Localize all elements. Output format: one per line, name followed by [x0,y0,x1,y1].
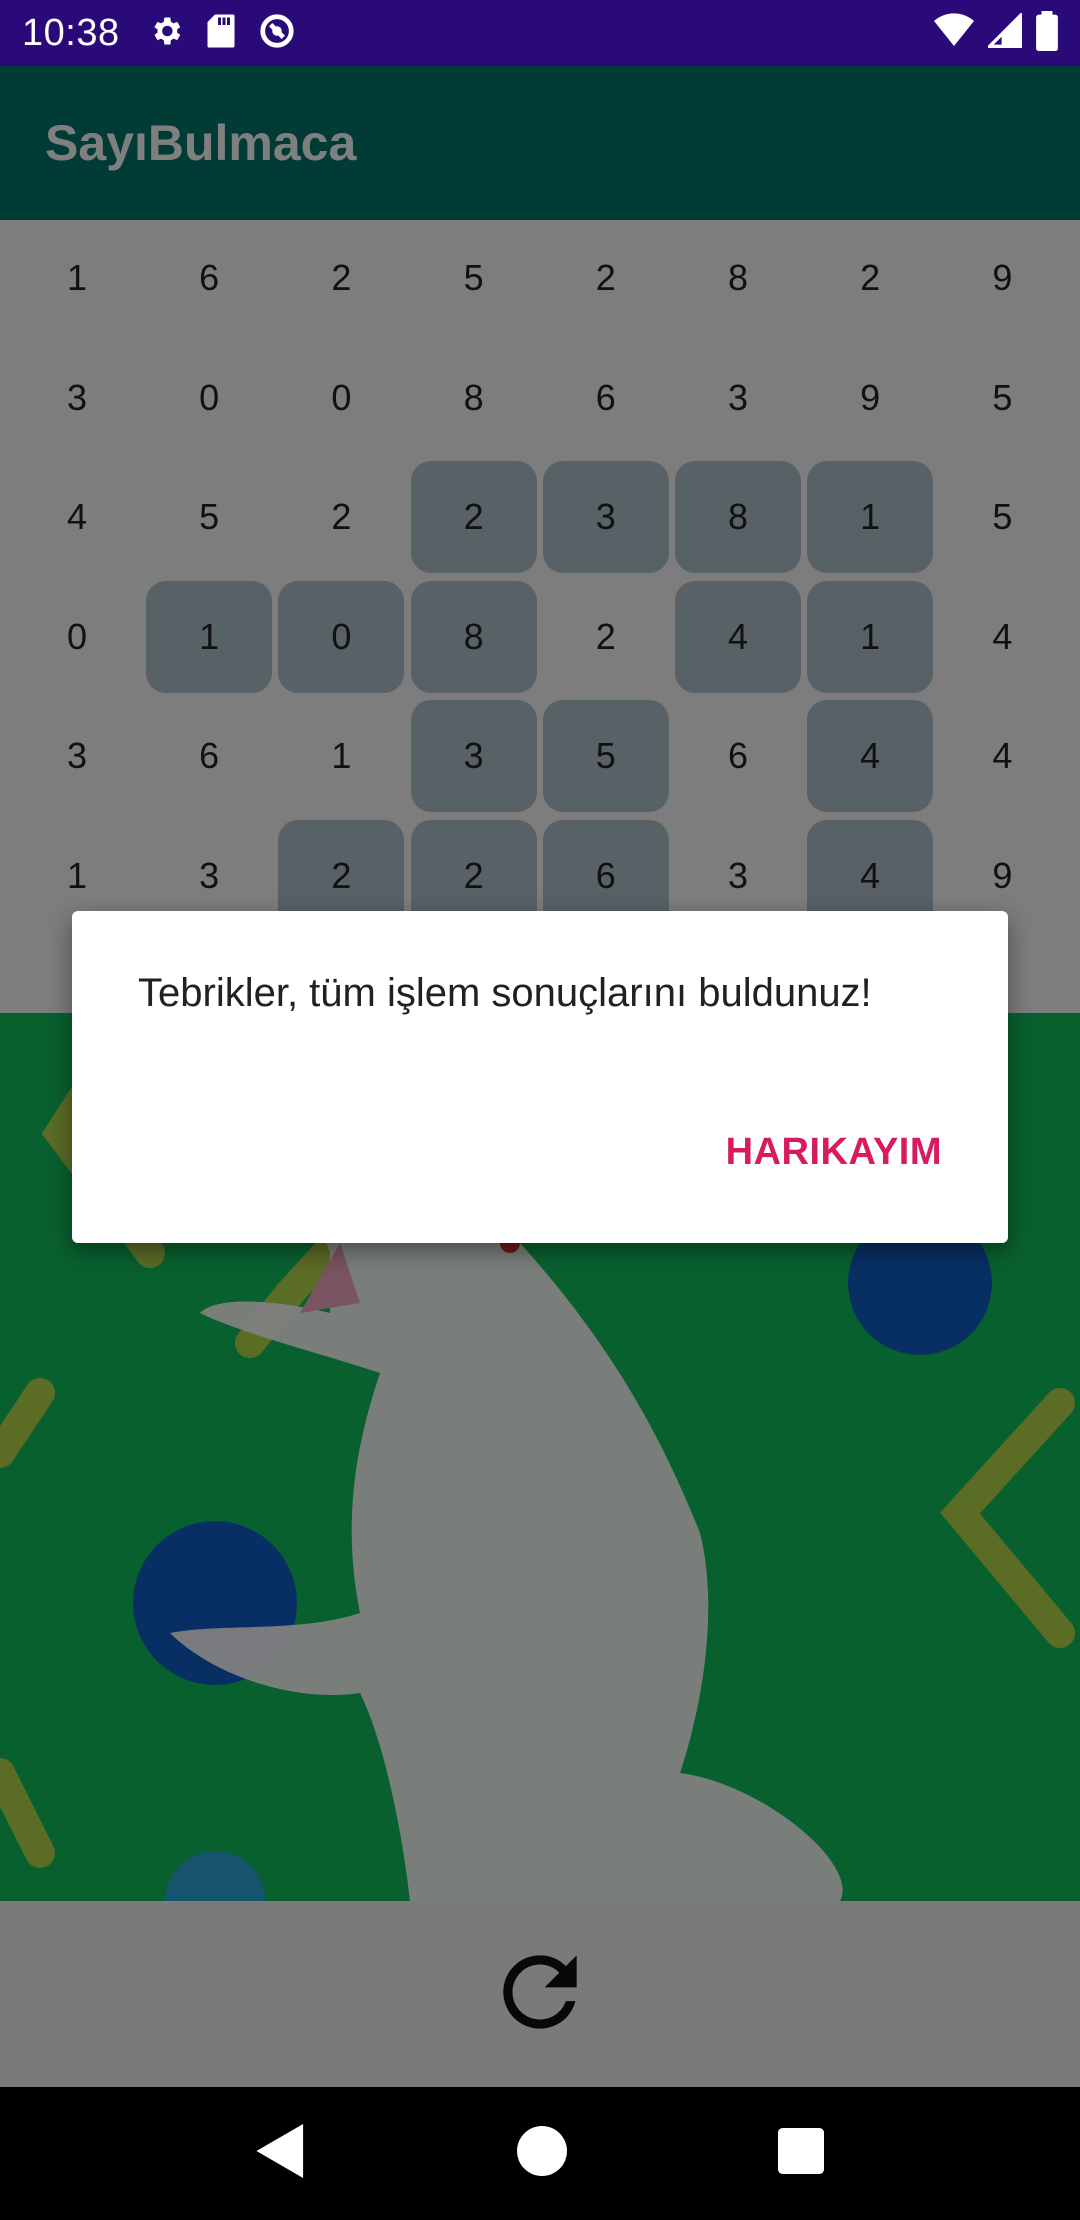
harikayim-button[interactable]: HARIKAYIM [726,1131,942,1174]
settings-icon [148,13,184,54]
back-icon[interactable] [256,2124,306,2183]
recents-icon[interactable] [778,2128,825,2179]
status-icons-right [934,10,1058,56]
signal-icon [985,11,1022,54]
congrats-dialog: Tebrikler, tüm işlem sonuçlarını buldunu… [72,911,1008,1243]
battery-icon [1036,10,1058,56]
status-bar: 10:38 [0,0,1080,66]
dialog-message: Tebrikler, tüm işlem sonuçlarını buldunu… [138,971,872,1015]
screen: 10:38 SayıBulmaca 1 [0,0,1080,2220]
wifi-icon [934,12,974,54]
status-icons-left [148,12,296,55]
vpn-icon [258,12,296,55]
sd-card-icon [206,13,236,54]
navigation-bar [0,2087,1080,2220]
status-time: 10:38 [22,11,120,54]
home-icon[interactable] [516,2126,567,2181]
